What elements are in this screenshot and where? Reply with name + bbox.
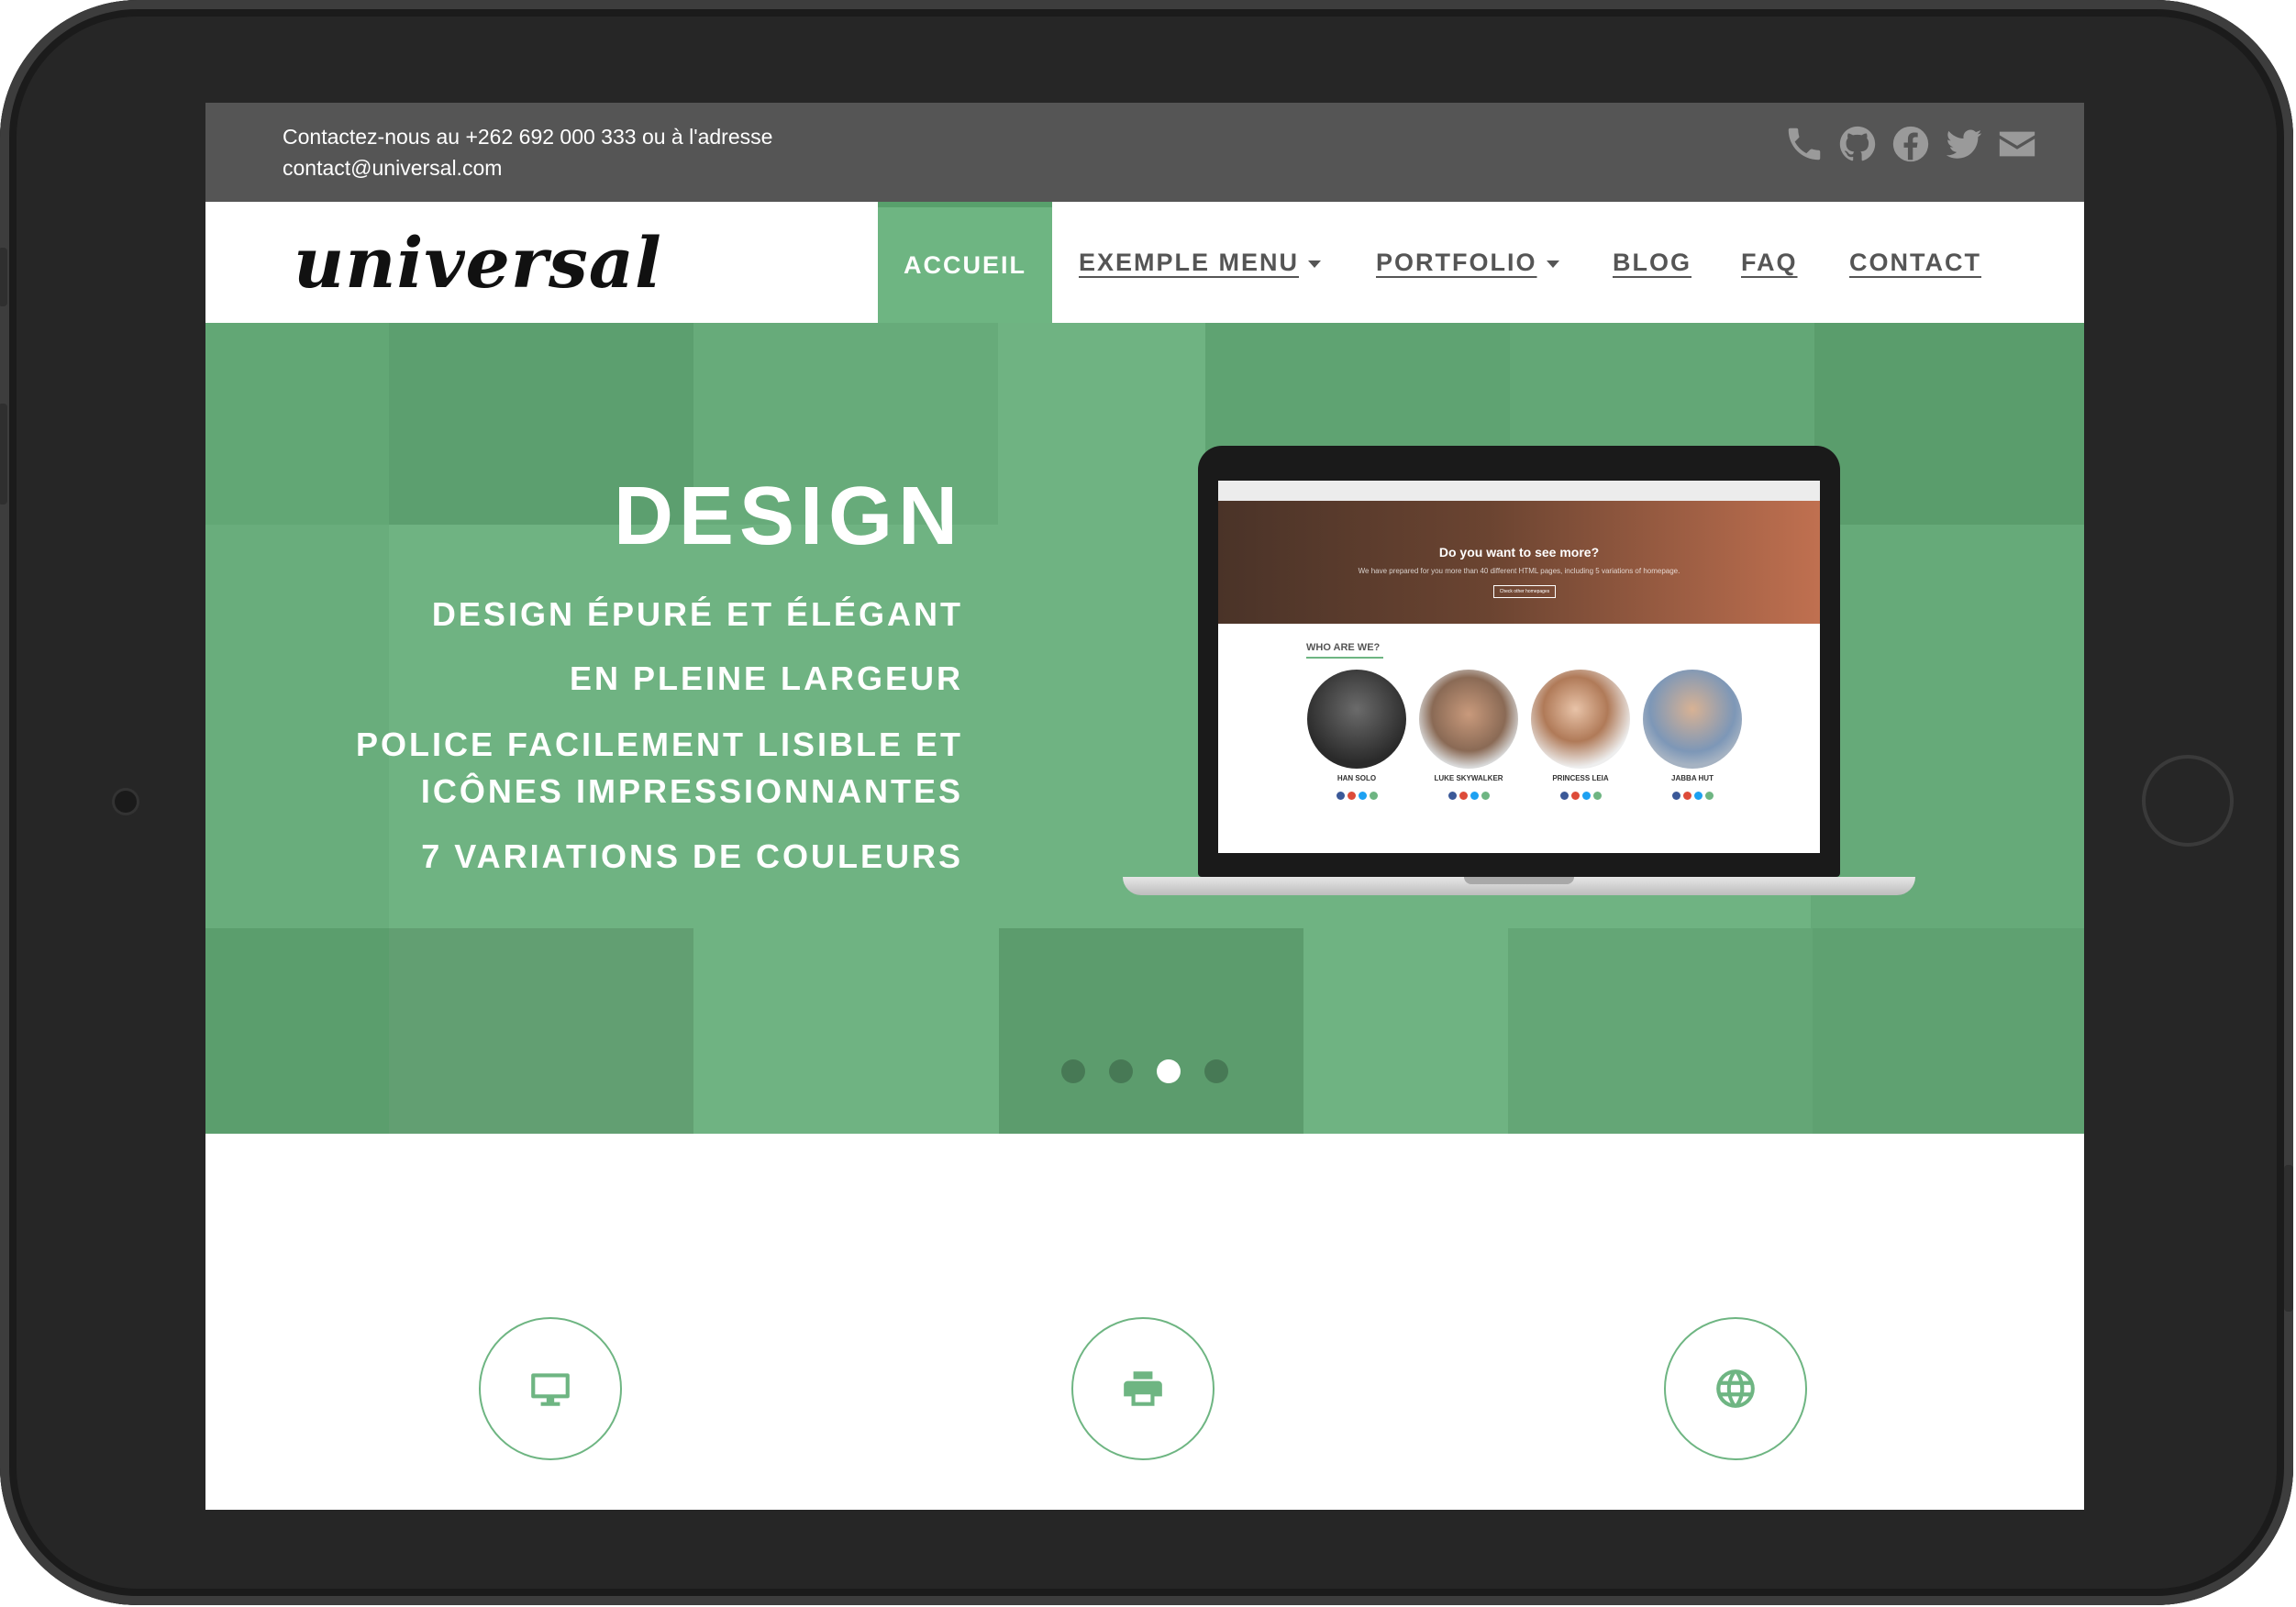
top-contact-bar: Contactez-nous au +262 692 000 333 ou à … [205, 103, 2084, 202]
mini-team-member: HAN SOLO [1306, 670, 1407, 800]
chevron-down-icon [1546, 260, 1559, 268]
hero-background-tile [205, 928, 389, 1134]
carousel-dot-active[interactable] [1157, 1059, 1181, 1083]
carousel-dot[interactable] [1061, 1059, 1085, 1083]
hero-background-tile [1508, 928, 1813, 1134]
contact-line-phone: Contactez-nous au +262 692 000 333 ou à … [283, 125, 773, 149]
contact-line-email: contact@universal.com [283, 156, 503, 180]
mini-member-name: PRINCESS LEIA [1552, 774, 1609, 782]
mini-member-name: JABBA HUT [1671, 774, 1714, 782]
phone-icon[interactable] [1783, 123, 1825, 165]
twitter-icon[interactable] [1943, 123, 1985, 165]
mini-browser-bar [1218, 481, 1820, 501]
mini-team-member: LUKE SKYWALKER [1418, 670, 1519, 800]
feature-globe [1664, 1317, 1807, 1460]
avatar [1307, 670, 1406, 769]
side-button [0, 404, 7, 504]
laptop-screen: Do you want to see more? We have prepare… [1218, 481, 1820, 853]
main-navbar: universal ACCUEIL EXEMPLE MENU PORTFOLIO… [205, 202, 2084, 323]
carousel-pagination [1061, 1059, 1228, 1083]
mini-section-title: WHO ARE WE? [1306, 642, 1381, 653]
facebook-icon[interactable] [1890, 123, 1932, 165]
hero-background-tile [999, 928, 1303, 1134]
feature-print [1071, 1317, 1215, 1460]
desktop-icon [531, 1373, 570, 1406]
print-icon [1124, 1371, 1162, 1406]
mini-member-name: LUKE SKYWALKER [1434, 774, 1503, 782]
mini-social-dots [1642, 792, 1743, 800]
mini-hero-button: Check other homepages [1493, 585, 1556, 598]
nav-item-portfolio[interactable]: PORTFOLIO [1376, 202, 1559, 323]
mini-social-dots [1306, 792, 1407, 800]
mini-team-member: PRINCESS LEIA [1530, 670, 1631, 800]
mini-social-dots [1530, 792, 1631, 800]
nav-item-blog[interactable]: BLOG [1613, 202, 1691, 323]
carousel-dot[interactable] [1204, 1059, 1228, 1083]
front-camera [115, 791, 137, 813]
avatar [1643, 670, 1742, 769]
tablet-frame: Contactez-nous au +262 692 000 333 ou à … [0, 0, 2293, 1605]
mini-section-underline [1306, 657, 1383, 659]
mini-hero-subtitle: We have prepared for you more than 40 di… [1358, 567, 1680, 575]
site-logo[interactable]: universal [294, 222, 662, 304]
mini-team-member: JABBA HUT [1642, 670, 1743, 800]
nav-item-label: EXEMPLE MENU [1079, 249, 1300, 276]
avatar [1419, 670, 1518, 769]
envelope-icon[interactable] [1996, 123, 2038, 165]
carousel-dot[interactable] [1109, 1059, 1133, 1083]
mini-hero-title: Do you want to see more? [1438, 545, 1600, 560]
avatar [1531, 670, 1630, 769]
nav-item-accueil[interactable]: ACCUEIL [878, 202, 1052, 323]
chevron-down-icon [1308, 260, 1322, 268]
home-button[interactable] [2142, 755, 2234, 847]
feature-desktop [479, 1317, 622, 1460]
globe-icon [1716, 1369, 1755, 1408]
side-button [2284, 1165, 2293, 1312]
mini-hero-banner: Do you want to see more? We have prepare… [1218, 501, 1820, 624]
hero-feature-line: ICÔNES IMPRESSIONNANTES [420, 772, 963, 810]
nav-item-contact[interactable]: CONTACT [1849, 202, 1981, 323]
browser-viewport: Contactez-nous au +262 692 000 333 ou à … [205, 103, 2084, 1510]
nav-item-faq[interactable]: FAQ [1741, 202, 1798, 323]
laptop-mockup: Do you want to see more? We have prepare… [1123, 446, 1915, 904]
github-icon[interactable] [1836, 123, 1879, 165]
side-button [0, 248, 7, 306]
hero-background-tile [389, 928, 693, 1134]
hero-feature-line: EN PLEINE LARGEUR [569, 659, 963, 697]
social-links [1783, 123, 2038, 165]
hero-slider: DESIGN DESIGN ÉPURÉ ET ÉLÉGANT EN PLEINE… [205, 323, 2084, 1134]
hero-feature-line: DESIGN ÉPURÉ ET ÉLÉGANT [431, 595, 963, 633]
laptop-notch [1464, 877, 1574, 884]
hero-feature-line: 7 VARIATIONS DE COULEURS [421, 837, 963, 875]
contact-info: Contactez-nous au +262 692 000 333 ou à … [283, 121, 772, 183]
hero-title: DESIGN [613, 471, 963, 562]
nav-item-exemple-menu[interactable]: EXEMPLE MENU [1079, 202, 1322, 323]
mini-member-name: HAN SOLO [1337, 774, 1377, 782]
nav-item-label: PORTFOLIO [1376, 249, 1537, 276]
hero-background-tile [205, 323, 389, 525]
mini-social-dots [1418, 792, 1519, 800]
hero-feature-line: POLICE FACILEMENT LISIBLE ET [355, 726, 963, 763]
hero-background-tile [1813, 928, 2084, 1134]
